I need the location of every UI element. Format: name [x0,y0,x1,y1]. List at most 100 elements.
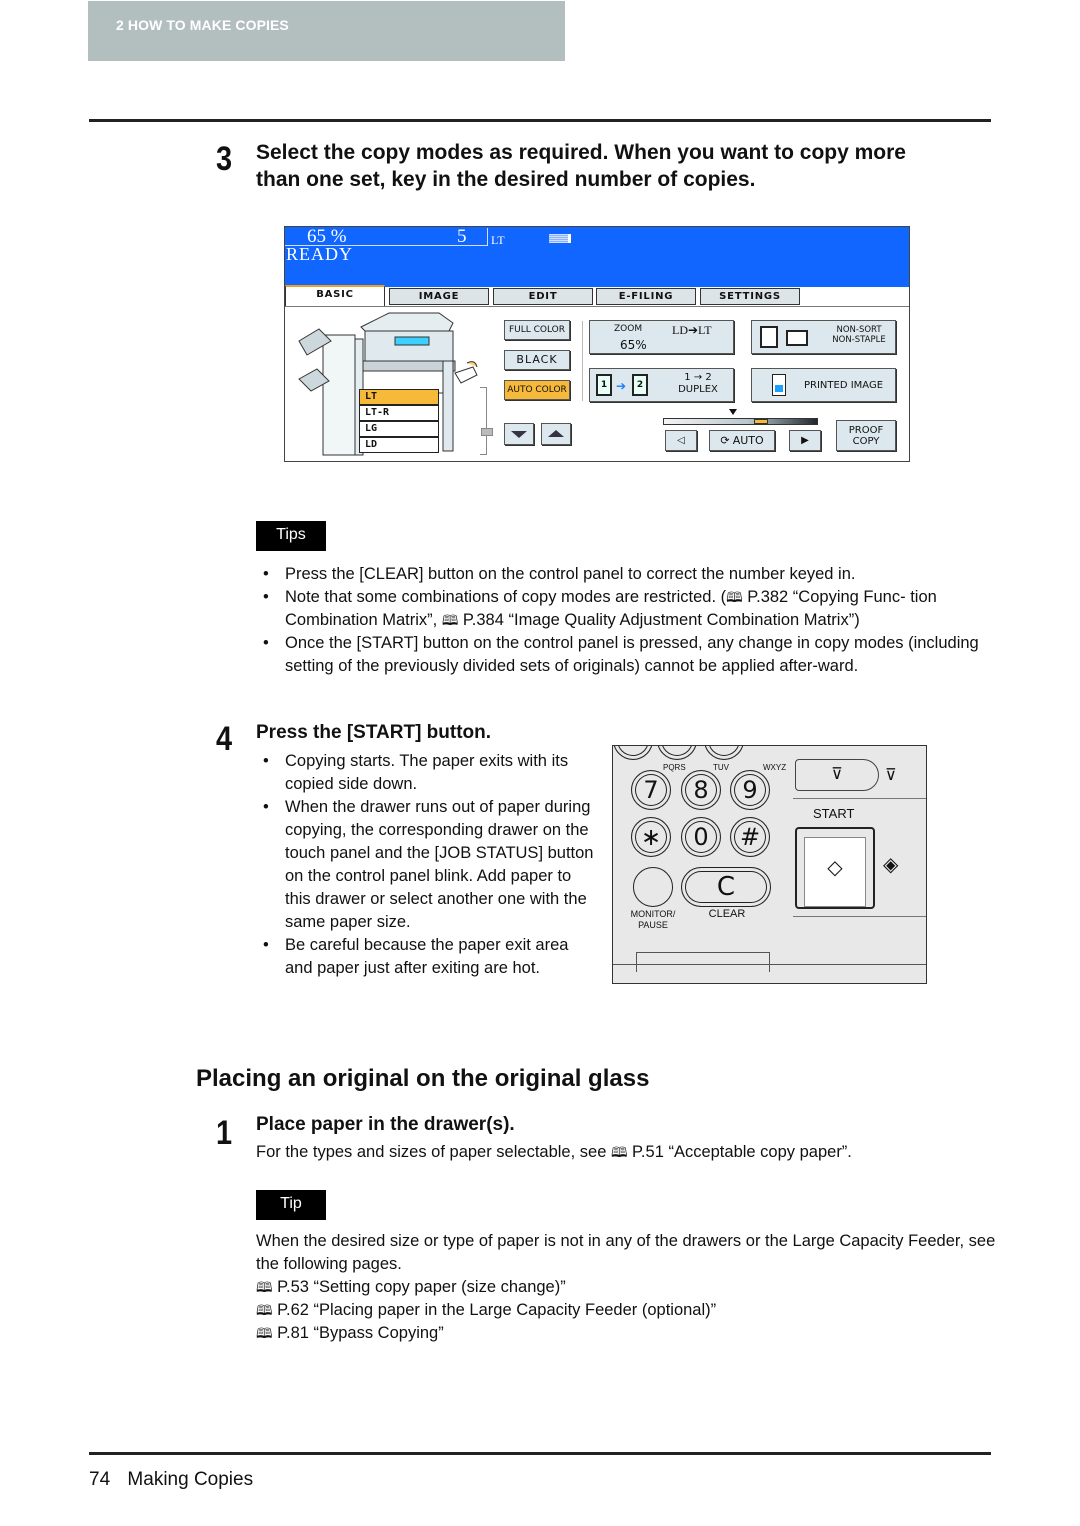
copies-readout: 5 [457,226,467,247]
drawer-lg[interactable]: LG [359,421,439,437]
stop-button[interactable]: ⊽ [795,759,879,791]
panel-slot [636,952,770,972]
bypass-bracket [480,387,487,455]
tab-edit[interactable]: EDIT [493,288,593,305]
sort-staple-button[interactable]: NON-SORT NON-STAPLE [751,320,896,354]
monitor-label-line2: PAUSE [638,920,668,930]
bypass-tray-indicator [481,428,493,436]
tip-text: Press the [CLEAR] button on the control … [285,565,856,583]
proof-copy-line1: PROOF [848,425,884,436]
proof-copy-line2: COPY [852,436,880,447]
drawer-lt-r[interactable]: LT-R [359,405,439,421]
panel-edge [613,964,926,965]
step-1-heading: Place paper in the drawer(s). [256,1114,515,1135]
black-button[interactable]: BLACK [504,350,570,370]
step-3-heading-line2: than one set, key in the desired number … [256,168,756,191]
reference-link-p81[interactable]: P.81 “Bypass Copying” [273,1324,444,1342]
zoom-label: ZOOM [614,324,643,334]
density-scale[interactable] [663,418,818,425]
clear-label: CLEAR [708,908,746,920]
zoom-ratio: LD➔LT [672,323,712,337]
keypad-key[interactable] [657,746,697,760]
touch-panel-status-bar: 65 % 5 LT READY [285,227,909,287]
drawer-lt[interactable]: LT [359,389,439,405]
zoom-button[interactable]: ZOOM LD➔LT 65% [589,320,734,354]
clear-button[interactable]: C [681,867,771,907]
duplex-label-line2: DUPLEX [678,384,718,395]
tab-image[interactable]: IMAGE [389,288,489,305]
start-icon: ◇ [804,837,866,907]
scroll-up-button[interactable] [541,423,571,445]
key-9-letters: WXYZ [763,763,787,772]
sort-label: NON-SORT NON-STAPLE [826,325,892,345]
tip-text: When the desired size or type of paper i… [256,1232,996,1273]
key-9[interactable]: 9 [730,770,770,810]
sort-label-line1: NON-SORT [836,325,882,335]
page-footer: 74 Making Copies [89,1469,253,1491]
paper-stack-icon [549,234,571,243]
drawer-ld[interactable]: LD [359,437,439,453]
full-color-button[interactable]: FULL COLOR [504,320,570,340]
monitor-pause-button[interactable] [633,867,673,907]
key-hash[interactable]: # [730,817,770,857]
book-icon: 🕮 [256,1325,273,1341]
tab-settings[interactable]: SETTINGS [700,288,800,305]
key-8-letters: TUV [713,763,729,772]
printed-image-icon [772,374,786,396]
key-8[interactable]: 8 [681,770,721,810]
panel-divider [793,798,926,799]
lighter-button[interactable]: ◁ [665,430,697,451]
status-readout: READY [286,244,353,264]
sort-page-icon [760,326,778,348]
tip-item: Note that some combinations of copy mode… [256,586,996,632]
tip-body: When the desired size or type of paper i… [256,1230,996,1345]
tip-reference[interactable]: 🕮 P.53 “Setting copy paper (size change)… [256,1276,996,1299]
stop-indicator-icon: ⊽ [885,767,897,784]
start-label: START [813,806,855,821]
key-asterisk[interactable]: ∗ [631,817,671,857]
duplex-button[interactable]: 1 ➔ 2 1 → 2 DUPLEX [589,368,734,402]
tab-e-filing[interactable]: E-FILING [596,288,696,305]
chapter-tab: 2 HOW TO MAKE COPIES [88,1,565,61]
page-one-icon: 1 [596,374,612,396]
step-1-body: For the types and sizes of paper selecta… [256,1141,996,1164]
sort-label-line2: NON-STAPLE [832,335,886,345]
reference-link-p53[interactable]: P.53 “Setting copy paper (size change)” [273,1278,566,1296]
book-icon: 🕮 [726,589,743,605]
step-3-heading-line1: Select the copy modes as required. When … [256,141,906,164]
chevron-right-icon: ▶ [801,435,809,446]
key-7[interactable]: 7 [631,770,671,810]
reference-link-p62[interactable]: P.62 “Placing paper in the Large Capacit… [273,1301,716,1319]
step-4-heading: Press the [START] button. [256,722,492,743]
darker-button[interactable]: ▶ [789,430,821,451]
reference-link-p384[interactable]: P.384 “Image Quality Adjustment Combinat… [458,611,860,629]
proof-copy-button[interactable]: PROOF COPY [836,420,896,451]
auto-density-button[interactable]: ⟳ AUTO [709,430,775,451]
tip-reference[interactable]: 🕮 P.81 “Bypass Copying” [256,1322,996,1345]
tab-basic[interactable]: BASIC [285,285,385,306]
step-4-bullet: When the drawer runs out of paper during… [256,796,596,934]
top-rule [89,119,991,122]
key-7-letters: PQRS [663,763,686,772]
keypad-key[interactable] [613,746,653,760]
auto-color-button[interactable]: AUTO COLOR [504,380,570,400]
zoom-value: 65% [620,338,647,352]
start-button[interactable]: ◇ [795,827,875,909]
reference-link-p382[interactable]: P.382 “Copying Func- [743,588,905,606]
tip-text: Note that some combinations of copy mode… [285,588,727,606]
book-icon: 🕮 [256,1302,273,1318]
step-4-bullet: Copying starts. The paper exits with its… [256,750,596,796]
tip-text: Once the [START] button on the control p… [285,634,979,675]
book-icon: 🕮 [610,1144,628,1160]
key-0[interactable]: 0 [681,817,721,857]
scroll-down-button[interactable] [504,423,534,445]
tab-divider [285,306,909,307]
monitor-pause-label: MONITOR/ PAUSE [623,909,683,931]
keypad-key[interactable] [704,746,744,760]
arrow-right-icon: ➔ [616,379,627,393]
stop-icon: ⊽ [831,766,843,783]
printed-image-button[interactable]: PRINTED IMAGE [751,368,896,402]
reference-link-p51[interactable]: P.51 “Acceptable copy paper”. [627,1143,852,1161]
paper-size-readout: LT [491,233,505,247]
tip-reference[interactable]: 🕮 P.62 “Placing paper in the Large Capac… [256,1299,996,1322]
